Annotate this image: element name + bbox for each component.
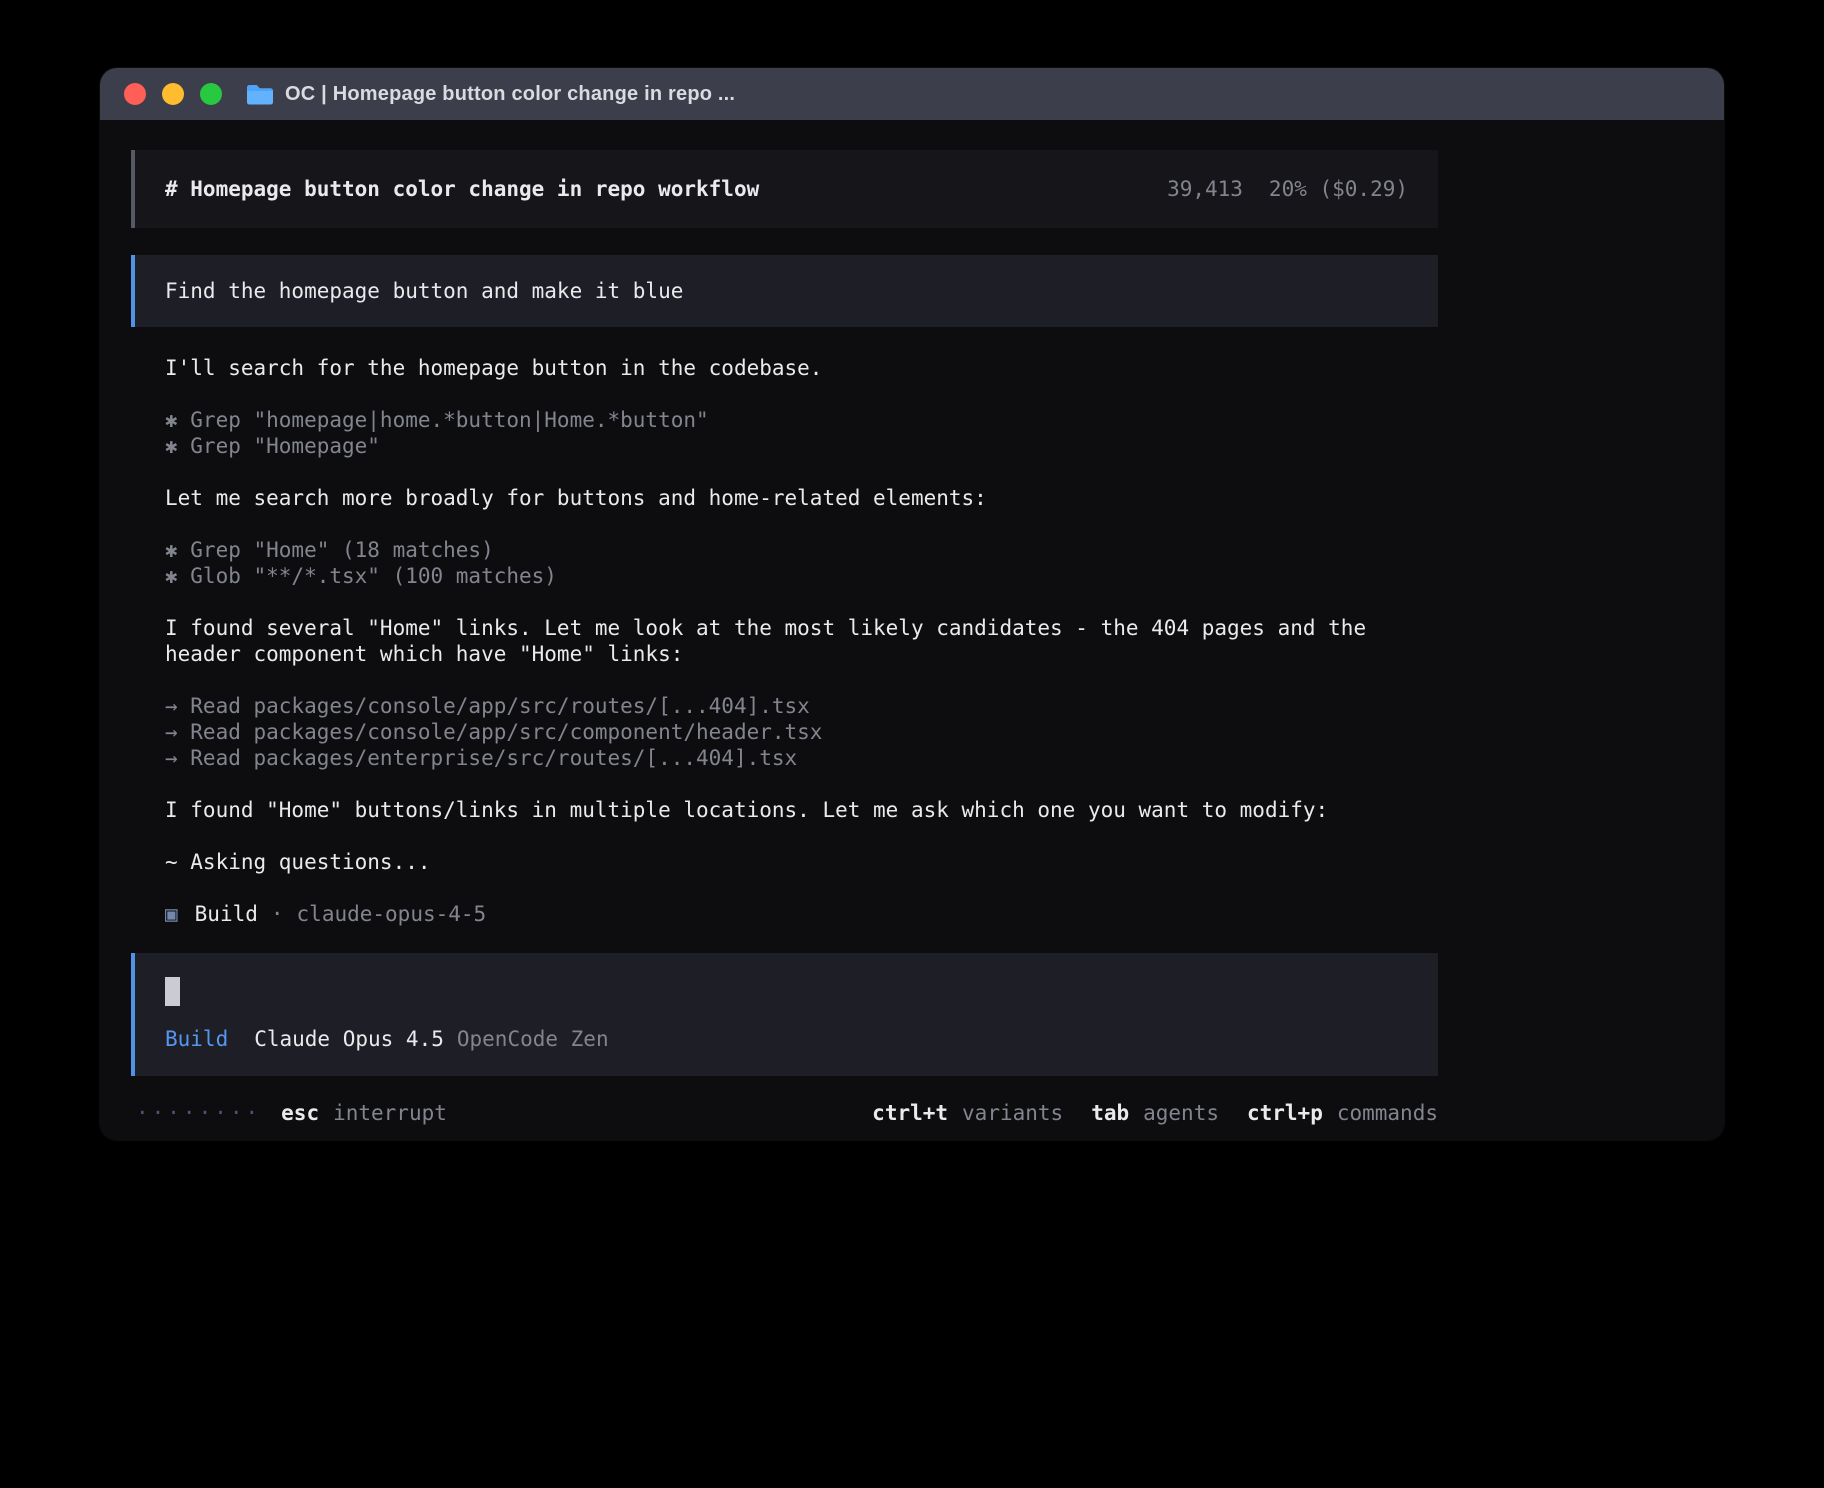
- context-cost: 20% ($0.29): [1269, 176, 1408, 202]
- assistant-status-text: ~ Asking questions...: [165, 849, 1438, 875]
- assistant-paragraph: ~ Asking questions...: [165, 849, 1438, 875]
- assistant-text: Let me search more broadly for buttons a…: [165, 485, 1438, 511]
- assistant-text: I found several "Home" links. Let me loo…: [165, 615, 1438, 667]
- session-title: # Homepage button color change in repo w…: [165, 176, 759, 202]
- statusbar: ········ esc interrupt ctrl+t variants t…: [131, 1100, 1438, 1126]
- assistant-paragraph: I'll search for the homepage button in t…: [165, 355, 1438, 381]
- label-variants: variants: [962, 1100, 1063, 1126]
- agent-status: ▣ Build · claude-opus-4-5: [165, 901, 1438, 927]
- user-message-text: Find the homepage button and make it blu…: [165, 279, 683, 303]
- assistant-paragraph: Let me search more broadly for buttons a…: [165, 485, 1438, 511]
- prompt-input[interactable]: Build Claude Opus 4.5 OpenCode Zen: [131, 953, 1438, 1076]
- session-header: # Homepage button color change in repo w…: [131, 150, 1438, 228]
- label-agents: agents: [1143, 1100, 1219, 1126]
- close-button[interactable]: [124, 83, 146, 105]
- assistant-paragraph: I found "Home" buttons/links in multiple…: [165, 797, 1438, 823]
- transcript: I'll search for the homepage button in t…: [131, 355, 1438, 927]
- input-mode-badge: Build: [165, 1026, 228, 1052]
- session-stats: 39,413 20% ($0.29): [1167, 176, 1408, 202]
- label-interrupt: interrupt: [333, 1100, 447, 1126]
- shortcut-commands: ctrl+p commands: [1247, 1100, 1438, 1126]
- input-meta: Build Claude Opus 4.5 OpenCode Zen: [165, 1026, 1408, 1052]
- zoom-button[interactable]: [200, 83, 222, 105]
- agent-model: claude-opus-4-5: [297, 901, 487, 927]
- token-count: 39,413: [1167, 176, 1243, 202]
- tool-call-grep: ✱ Grep "Homepage": [165, 433, 1438, 459]
- agent-name: Build: [195, 901, 258, 927]
- input-cursor-line: [165, 977, 1408, 1006]
- user-message: Find the homepage button and make it blu…: [131, 255, 1438, 327]
- terminal-window: OC | Homepage button color change in rep…: [100, 68, 1724, 1140]
- label-commands: commands: [1337, 1100, 1438, 1126]
- statusbar-left: ········ esc interrupt: [136, 1100, 447, 1126]
- key-ctrl-t: ctrl+t: [872, 1100, 948, 1126]
- tool-call-grep: ✱ Grep "homepage|home.*button|Home.*butt…: [165, 407, 1438, 433]
- terminal-content: # Homepage button color change in repo w…: [100, 120, 1724, 1126]
- input-model-label: Claude Opus 4.5: [254, 1026, 444, 1052]
- tool-call-group: ✱ Grep "homepage|home.*button|Home.*butt…: [165, 407, 1438, 459]
- titlebar-title-group: OC | Homepage button color change in rep…: [246, 83, 735, 106]
- assistant-text: I'll search for the homepage button in t…: [165, 355, 1438, 381]
- spinner-dots: ········: [136, 1100, 261, 1126]
- key-ctrl-p: ctrl+p: [1247, 1100, 1323, 1126]
- shortcut-variants: ctrl+t variants: [872, 1100, 1063, 1126]
- window-titlebar: OC | Homepage button color change in rep…: [100, 68, 1724, 120]
- agent-square-icon: ▣: [165, 901, 178, 927]
- statusbar-right: ctrl+t variants tab agents ctrl+p comman…: [872, 1100, 1438, 1126]
- key-esc: esc: [281, 1100, 319, 1126]
- tool-call-glob: ✱ Glob "**/*.tsx" (100 matches): [165, 563, 1438, 589]
- minimize-button[interactable]: [162, 83, 184, 105]
- window-title: OC | Homepage button color change in rep…: [285, 83, 735, 106]
- key-tab: tab: [1091, 1100, 1129, 1126]
- text-cursor: [165, 977, 180, 1006]
- assistant-text: I found "Home" buttons/links in multiple…: [165, 797, 1438, 823]
- assistant-paragraph: I found several "Home" links. Let me loo…: [165, 615, 1438, 667]
- tool-call-grep: ✱ Grep "Home" (18 matches): [165, 537, 1438, 563]
- separator-dot: ·: [271, 901, 284, 927]
- tool-call-read: → Read packages/console/app/src/componen…: [165, 719, 1438, 745]
- input-provider-label: OpenCode Zen: [457, 1026, 609, 1052]
- tool-call-group: → Read packages/console/app/src/routes/[…: [165, 693, 1438, 771]
- folder-icon: [246, 83, 274, 106]
- tool-call-read: → Read packages/console/app/src/routes/[…: [165, 693, 1438, 719]
- tool-call-group: ✱ Grep "Home" (18 matches) ✱ Glob "**/*.…: [165, 537, 1438, 589]
- traffic-lights: [124, 83, 222, 105]
- tool-call-read: → Read packages/enterprise/src/routes/[.…: [165, 745, 1438, 771]
- shortcut-agents: tab agents: [1091, 1100, 1219, 1126]
